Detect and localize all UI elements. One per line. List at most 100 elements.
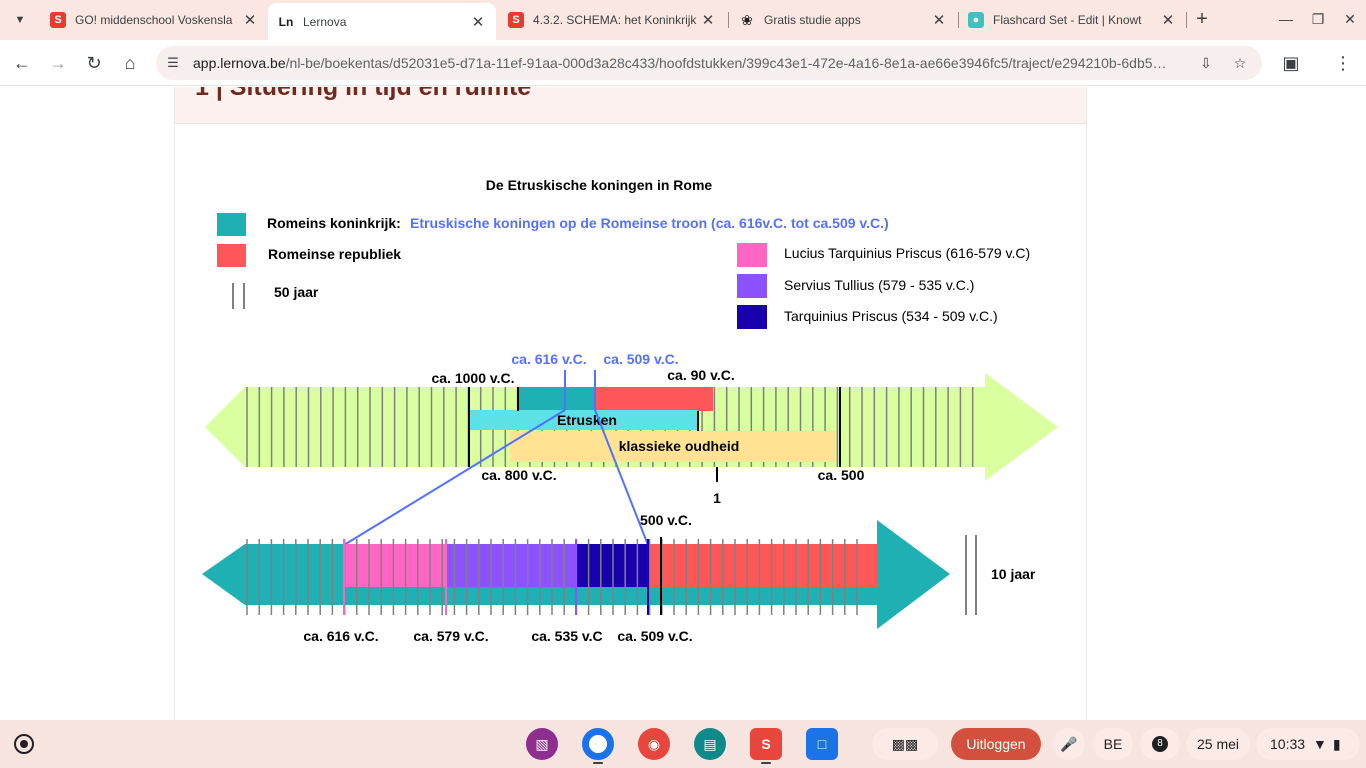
legend-swatch-servius — [737, 274, 767, 298]
chromeos-shelf: ▧ ◉ ▤ S □ ▩▩ Uitloggen 🎤 BE 8 25 mei 10:… — [0, 720, 1366, 768]
back-arrow-icon[interactable]: ← — [9, 50, 35, 76]
url-text[interactable]: app.lernova.be/nl-be/boekentas/d52031e5-… — [193, 55, 1183, 71]
battery-icon: ▮ — [1332, 735, 1341, 752]
url-path: /nl-be/boekentas/d52031e5-d71a-11ef-91aa… — [285, 55, 1167, 71]
menu-kebab-icon[interactable]: ⋮ — [1330, 50, 1356, 76]
tab-title: GO! middenschool Voskensla — [75, 13, 233, 27]
label-800bc: ca. 800 v.C. — [481, 467, 556, 483]
legend-republic-label: Romeinse republiek — [268, 246, 401, 262]
home-icon[interactable]: ⌂ — [117, 50, 143, 76]
tab-title: 4.3.2. SCHEMA: het Koninkrijk — [533, 13, 697, 27]
notification-count: 8 — [1152, 736, 1168, 752]
wifi-icon: ▼ — [1313, 736, 1327, 752]
chrome-icon[interactable] — [582, 728, 614, 760]
chatgpt-favicon-icon: ❀ — [741, 11, 753, 28]
legend-kingdom-note: Etruskische koningen op de Romeinse troo… — [410, 215, 889, 231]
classroom-teal-icon[interactable]: ▤ — [694, 728, 726, 760]
clock-time: 10:33 — [1270, 736, 1306, 752]
bar-republic — [648, 544, 877, 587]
top-kingdom-bar — [518, 387, 595, 411]
smartschool-favicon-icon: S — [508, 12, 524, 28]
tab-strip: ▼ S GO! middenschool Voskensla ✕ Ln Lern… — [0, 0, 1366, 40]
legend-swatch-tarquinius — [737, 305, 767, 329]
url-host: app.lernova.be — [193, 55, 286, 71]
date-indicator[interactable]: 25 mei — [1186, 728, 1250, 760]
minimize-icon[interactable]: — — [1274, 8, 1298, 32]
install-app-icon[interactable]: ⇩ — [1196, 53, 1216, 73]
legend-scale-label: 50 jaar — [274, 284, 319, 300]
restore-window-icon[interactable]: ❐ — [1306, 8, 1330, 32]
classroom-app-icon[interactable]: ▧ — [526, 728, 558, 760]
top-republic-bar — [595, 387, 713, 411]
address-bar[interactable]: ☰ app.lernova.be/nl-be/boekentas/d52031e… — [156, 46, 1262, 80]
forward-arrow-icon[interactable]: → — [45, 50, 71, 76]
tab-schema-koninkrijk[interactable]: S 4.3.2. SCHEMA: het Koninkrijk ✕ — [498, 5, 726, 35]
canvas-app-icon[interactable]: ◉ — [638, 728, 670, 760]
legend-king-servius: Servius Tullius (579 - 535 v.C.) — [784, 277, 974, 293]
label-616bc-bottom: ca. 616 v.C. — [303, 628, 378, 644]
close-icon[interactable]: ✕ — [242, 11, 258, 29]
lernova-favicon-icon: Ln — [278, 14, 294, 29]
keyboard-layout-indicator[interactable]: BE — [1093, 728, 1133, 760]
klassieke-oudheid-label: klassieke oudheid — [619, 438, 740, 454]
tab-separator — [1186, 12, 1187, 28]
launcher-icon[interactable] — [14, 734, 34, 754]
tab-gratis-studie-apps[interactable]: ❀ Gratis studie apps ✕ — [729, 5, 957, 35]
bookmark-star-icon[interactable]: ☆ — [1230, 53, 1250, 73]
figure-title: De Etruskische koningen in Rome — [486, 177, 713, 193]
legend-swatch-kingdom — [217, 213, 246, 236]
scale-10-jaar-label: 10 jaar — [991, 566, 1036, 582]
tab-search-chevron-icon[interactable]: ▼ — [8, 8, 32, 32]
bottom-arrow-head — [877, 520, 950, 629]
status-area[interactable]: 10:33 ▼ ▮ — [1256, 728, 1360, 760]
label-535bc: ca. 535 v.C — [531, 628, 602, 644]
legend-swatch-lucius — [737, 243, 767, 267]
tab-title: Gratis studie apps — [764, 13, 861, 27]
smartschool-icon[interactable]: S — [750, 728, 782, 760]
top-arrow-head — [985, 373, 1058, 481]
smartschool-favicon-icon: S — [50, 12, 66, 28]
notification-badge[interactable]: 8 — [1140, 728, 1180, 760]
microphone-icon[interactable]: 🎤 — [1053, 728, 1085, 760]
label-500bc: 500 v.C. — [640, 512, 692, 528]
site-info-icon[interactable]: ☰ — [164, 54, 182, 72]
close-icon[interactable]: ✕ — [1160, 11, 1176, 29]
legend-king-lucius: Lucius Tarquinius Priscus (616-579 v.C) — [784, 245, 1030, 261]
new-tab-plus-icon[interactable]: + — [1190, 8, 1214, 32]
label-509bc-top: ca. 509 v.C. — [603, 351, 678, 367]
label-579bc: ca. 579 v.C. — [413, 628, 488, 644]
close-icon[interactable]: ✕ — [470, 13, 486, 31]
close-icon[interactable]: ✕ — [931, 11, 947, 29]
web-content: 1 | Situering in tijd en ruimte De Etrus… — [0, 87, 1366, 720]
extensions-puzzle-icon[interactable]: ▣ — [1278, 50, 1304, 76]
label-90bc: ca. 90 v.C. — [667, 367, 734, 383]
label-1000bc: ca. 1000 v.C. — [431, 370, 514, 386]
tab-title: Lernova — [303, 14, 347, 29]
tab-go-middenschool[interactable]: S GO! middenschool Voskensla ✕ — [40, 5, 268, 35]
reload-icon[interactable]: ↻ — [81, 50, 107, 76]
tab-knowt-flashcards[interactable]: ● Flashcard Set - Edit | Knowt ✕ — [958, 5, 1186, 35]
bottom-arrow-tail — [202, 544, 245, 605]
etrusken-label: Etrusken — [557, 412, 617, 428]
label-616bc-top: ca. 616 v.C. — [511, 351, 586, 367]
bar-servius — [446, 544, 576, 587]
tab-title: Flashcard Set - Edit | Knowt — [993, 13, 1142, 27]
label-year-1: 1 — [713, 490, 721, 506]
etruscan-kings-timeline-figure: De Etruskische koningen in Rome Romeins … — [202, 177, 1058, 644]
legend-kingdom-label: Romeins koninkrijk: — [267, 215, 401, 231]
knowt-favicon-icon: ● — [968, 12, 984, 28]
top-arrow-tail — [205, 387, 245, 467]
browser-toolbar: ← → ↻ ⌂ ☰ app.lernova.be/nl-be/boekentas… — [0, 40, 1366, 86]
label-509bc-bottom: ca. 509 v.C. — [617, 628, 692, 644]
running-indicator — [761, 762, 771, 764]
holding-space-thumbnails-icon[interactable]: ▩▩ — [872, 728, 938, 760]
close-icon[interactable]: ✕ — [700, 11, 716, 29]
tab-lernova[interactable]: Ln Lernova ✕ — [268, 3, 496, 40]
close-window-icon[interactable]: ✕ — [1338, 8, 1362, 32]
legend-king-tarquinius: Tarquinius Priscus (534 - 509 v.C.) — [784, 308, 998, 324]
legend-swatch-republic — [217, 244, 246, 267]
logout-button[interactable]: Uitloggen — [951, 728, 1041, 760]
running-indicator — [593, 762, 603, 764]
label-500ad: ca. 500 — [818, 467, 865, 483]
files-icon[interactable]: □ — [806, 728, 838, 760]
